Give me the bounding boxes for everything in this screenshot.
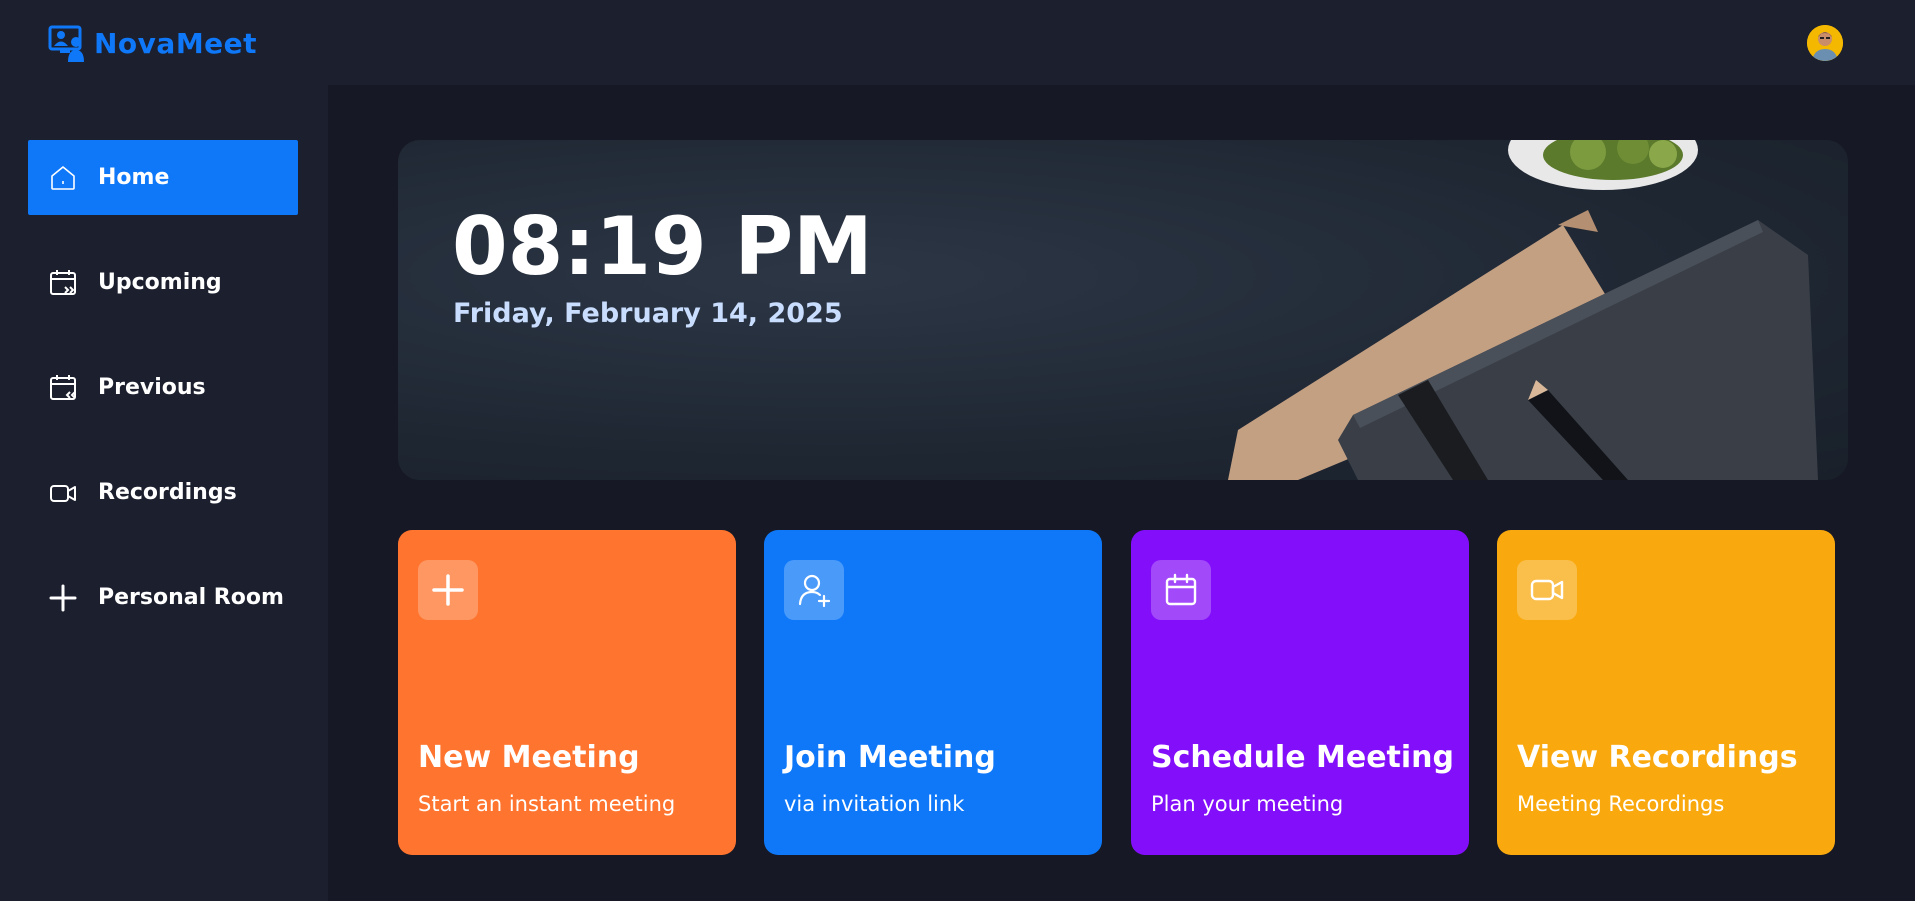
home-icon	[51, 165, 75, 190]
sidebar-item-upcoming[interactable]: Upcoming	[28, 245, 298, 320]
join-meeting-card[interactable]: Join Meeting via invitation link	[764, 530, 1102, 855]
video-icon	[50, 484, 76, 502]
current-date: Friday, February 14, 2025	[453, 298, 843, 329]
avatar[interactable]	[1807, 25, 1843, 61]
card-icon-container	[418, 560, 478, 620]
card-subtitle: Start an instant meeting	[418, 792, 676, 816]
calendar-back-icon	[50, 374, 76, 400]
card-subtitle: Plan your meeting	[1151, 792, 1344, 816]
calendar-forward-icon	[50, 269, 76, 295]
card-icon-container	[1517, 560, 1577, 620]
card-subtitle: Meeting Recordings	[1517, 792, 1725, 816]
card-title: Join Meeting	[784, 740, 996, 775]
sidebar-item-previous[interactable]: Previous	[28, 350, 298, 425]
sidebar-item-recordings[interactable]: Recordings	[28, 455, 298, 530]
card-subtitle: via invitation link	[784, 792, 965, 816]
add-user-icon	[798, 574, 831, 608]
plus-icon	[49, 584, 77, 611]
card-icon-container	[1151, 560, 1211, 620]
new-meeting-card[interactable]: New Meeting Start an instant meeting	[398, 530, 736, 855]
hero-banner: 08:19 PM Friday, February 14, 2025	[398, 140, 1848, 480]
card-title: Schedule Meeting	[1151, 740, 1455, 775]
sidebar-item-label: Upcoming	[98, 270, 222, 295]
top-bar: NovaMeet	[0, 0, 1915, 85]
card-title: View Recordings	[1517, 740, 1798, 775]
plus-icon	[432, 574, 464, 606]
sidebar-item-label: Personal Room	[98, 585, 284, 610]
video-conference-icon	[48, 25, 84, 62]
sidebar-item-label: Recordings	[98, 480, 237, 505]
app-logo[interactable]: NovaMeet	[48, 24, 257, 62]
sidebar: Home Upcoming Previous Recordings Person…	[0, 85, 328, 901]
card-title: New Meeting	[418, 740, 640, 775]
sidebar-item-label: Previous	[98, 375, 206, 400]
card-icon-container	[784, 560, 844, 620]
video-icon	[1530, 579, 1564, 601]
sidebar-item-label: Home	[98, 165, 170, 190]
user-avatar-icon	[1807, 25, 1843, 61]
view-recordings-card[interactable]: View Recordings Meeting Recordings	[1497, 530, 1835, 855]
calendar-icon	[1165, 573, 1197, 606]
schedule-meeting-card[interactable]: Schedule Meeting Plan your meeting	[1131, 530, 1469, 855]
sidebar-item-home[interactable]: Home	[28, 140, 298, 215]
app-name: NovaMeet	[94, 26, 258, 60]
current-time: 08:19 PM	[452, 200, 873, 293]
sidebar-item-personal-room[interactable]: Personal Room	[28, 560, 298, 635]
